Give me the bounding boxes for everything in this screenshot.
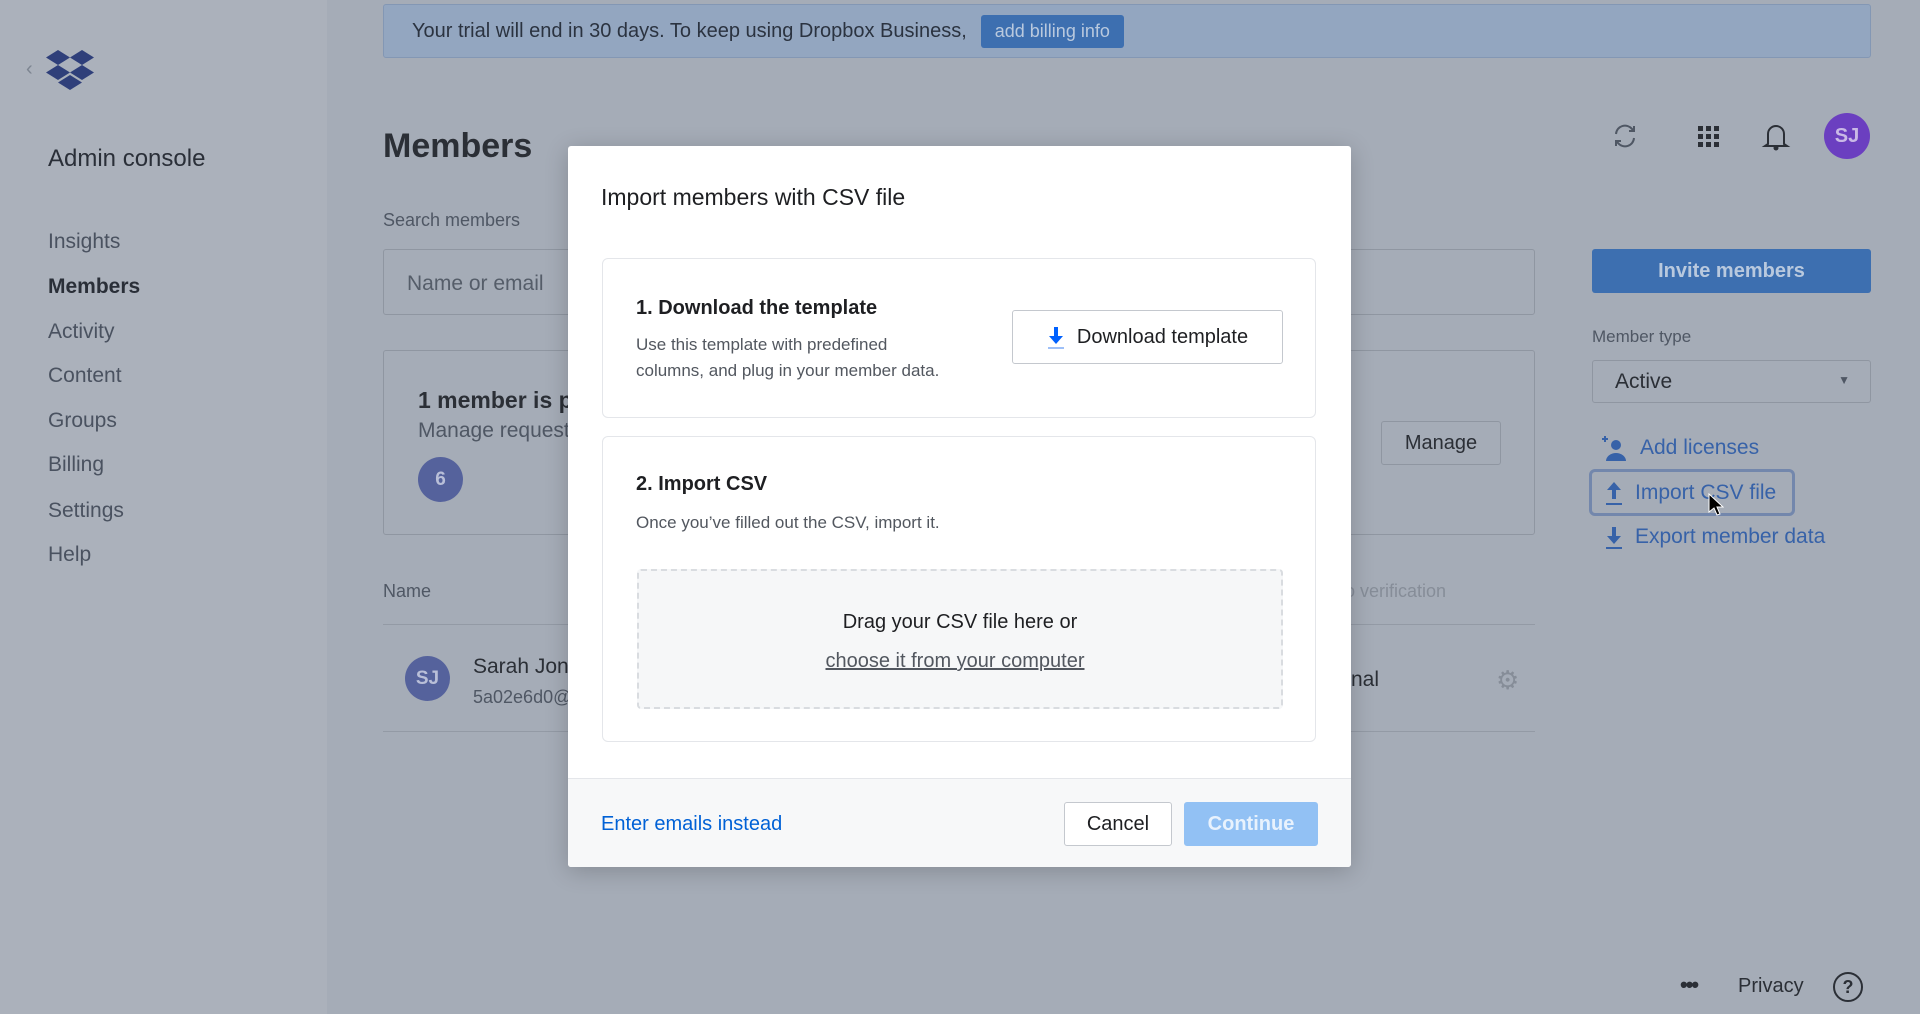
add-billing-info-button[interactable]: add billing info xyxy=(980,14,1124,48)
pending-subtitle: Manage request xyxy=(418,419,570,442)
pending-badge: 6 xyxy=(418,457,463,502)
trial-banner-text: Your trial will end in 30 days. To keep … xyxy=(412,19,967,42)
member-type-value: Active xyxy=(1615,370,1673,393)
member-name: Sarah Jona xyxy=(473,655,581,678)
modal-title: Import members with CSV file xyxy=(601,184,906,210)
export-member-data-link[interactable]: Export member data xyxy=(1605,524,1825,550)
step2-desc: Once you’ve filled out the CSV, import i… xyxy=(636,513,940,532)
sidebar-item-billing[interactable]: Billing xyxy=(48,453,104,477)
sidebar-item-members[interactable]: Members xyxy=(48,275,140,299)
step1-desc-line1: Use this template with predefined xyxy=(636,335,888,354)
manage-button[interactable]: Manage xyxy=(1381,421,1501,465)
import-csv-modal: Import members with CSV file 1. Download… xyxy=(568,146,1351,867)
pending-title: 1 member is p xyxy=(418,387,573,413)
member-avatar: SJ xyxy=(405,656,450,701)
sidebar-item-help[interactable]: Help xyxy=(48,543,91,567)
sidebar-item-groups[interactable]: Groups xyxy=(48,409,117,433)
sidebar-item-settings[interactable]: Settings xyxy=(48,499,124,523)
member-type: nal xyxy=(1351,668,1380,691)
trial-banner: Your trial will end in 30 days. To keep … xyxy=(383,4,1871,58)
step1-desc-line2: columns, and plug in your member data. xyxy=(636,361,940,380)
download-template-button[interactable]: Download template xyxy=(1012,310,1283,364)
sidebar-item-insights[interactable]: Insights xyxy=(48,230,120,254)
invite-members-button[interactable]: Invite members xyxy=(1592,249,1871,293)
modal-footer: Enter emails instead Cancel Continue xyxy=(568,778,1351,867)
sidebar: ‹ Admin console Insights Members Activit… xyxy=(0,0,327,1014)
sidebar-title: Admin console xyxy=(48,145,206,172)
apps-grid-icon[interactable] xyxy=(1698,126,1720,148)
import-csv-link[interactable]: Import CSV file xyxy=(1589,469,1795,516)
dropzone-text: Drag your CSV file here or xyxy=(842,611,1078,633)
privacy-link[interactable]: Privacy xyxy=(1738,975,1804,998)
download-icon xyxy=(1606,527,1622,549)
dropbox-logo-icon[interactable] xyxy=(46,50,94,90)
column-header-verification: o verification xyxy=(1345,581,1447,601)
search-label: Search members xyxy=(383,210,521,230)
import-csv-label: Import CSV file xyxy=(1635,480,1777,504)
continue-button[interactable]: Continue xyxy=(1184,802,1318,846)
step2-card: 2. Import CSV Once you’ve filled out the… xyxy=(602,436,1316,742)
step1-card: 1. Download the template Use this templa… xyxy=(602,258,1316,418)
more-options-icon[interactable]: ••• xyxy=(1680,972,1699,998)
page-title: Members xyxy=(383,127,533,165)
enter-emails-link[interactable]: Enter emails instead xyxy=(601,813,782,836)
sidebar-item-activity[interactable]: Activity xyxy=(48,320,115,344)
user-avatar[interactable]: SJ xyxy=(1824,113,1870,159)
member-type-dropdown[interactable]: Active ▼ xyxy=(1592,360,1871,403)
cancel-button[interactable]: Cancel xyxy=(1064,802,1172,846)
column-header-name[interactable]: Name xyxy=(383,581,431,602)
refresh-icon[interactable] xyxy=(1611,122,1639,150)
csv-dropzone[interactable]: Drag your CSV file here or choose it fro… xyxy=(637,569,1283,709)
add-licenses-link[interactable]: Add licenses xyxy=(1602,434,1759,462)
step2-heading: 2. Import CSV xyxy=(636,473,768,495)
member-email: 5a02e6d0@ xyxy=(473,687,572,707)
help-icon[interactable]: ? xyxy=(1833,972,1863,1002)
bell-icon[interactable] xyxy=(1760,120,1792,152)
add-user-icon xyxy=(1602,436,1626,461)
upload-icon xyxy=(1606,481,1622,505)
sidebar-item-content[interactable]: Content xyxy=(48,364,122,388)
download-icon xyxy=(1047,327,1064,349)
download-template-label: Download template xyxy=(1076,325,1249,348)
gear-icon[interactable]: ⚙ xyxy=(1496,665,1519,696)
collapse-chevron-icon[interactable]: ‹ xyxy=(26,58,33,81)
add-licenses-label: Add licenses xyxy=(1640,436,1760,459)
cursor-pointer-icon xyxy=(1708,493,1724,516)
step1-heading: 1. Download the template xyxy=(636,297,878,319)
member-type-label: Member type xyxy=(1592,327,1692,346)
export-member-data-label: Export member data xyxy=(1635,525,1826,548)
chevron-down-icon: ▼ xyxy=(1838,373,1850,387)
choose-file-link[interactable]: choose it from your computer xyxy=(639,650,1271,673)
